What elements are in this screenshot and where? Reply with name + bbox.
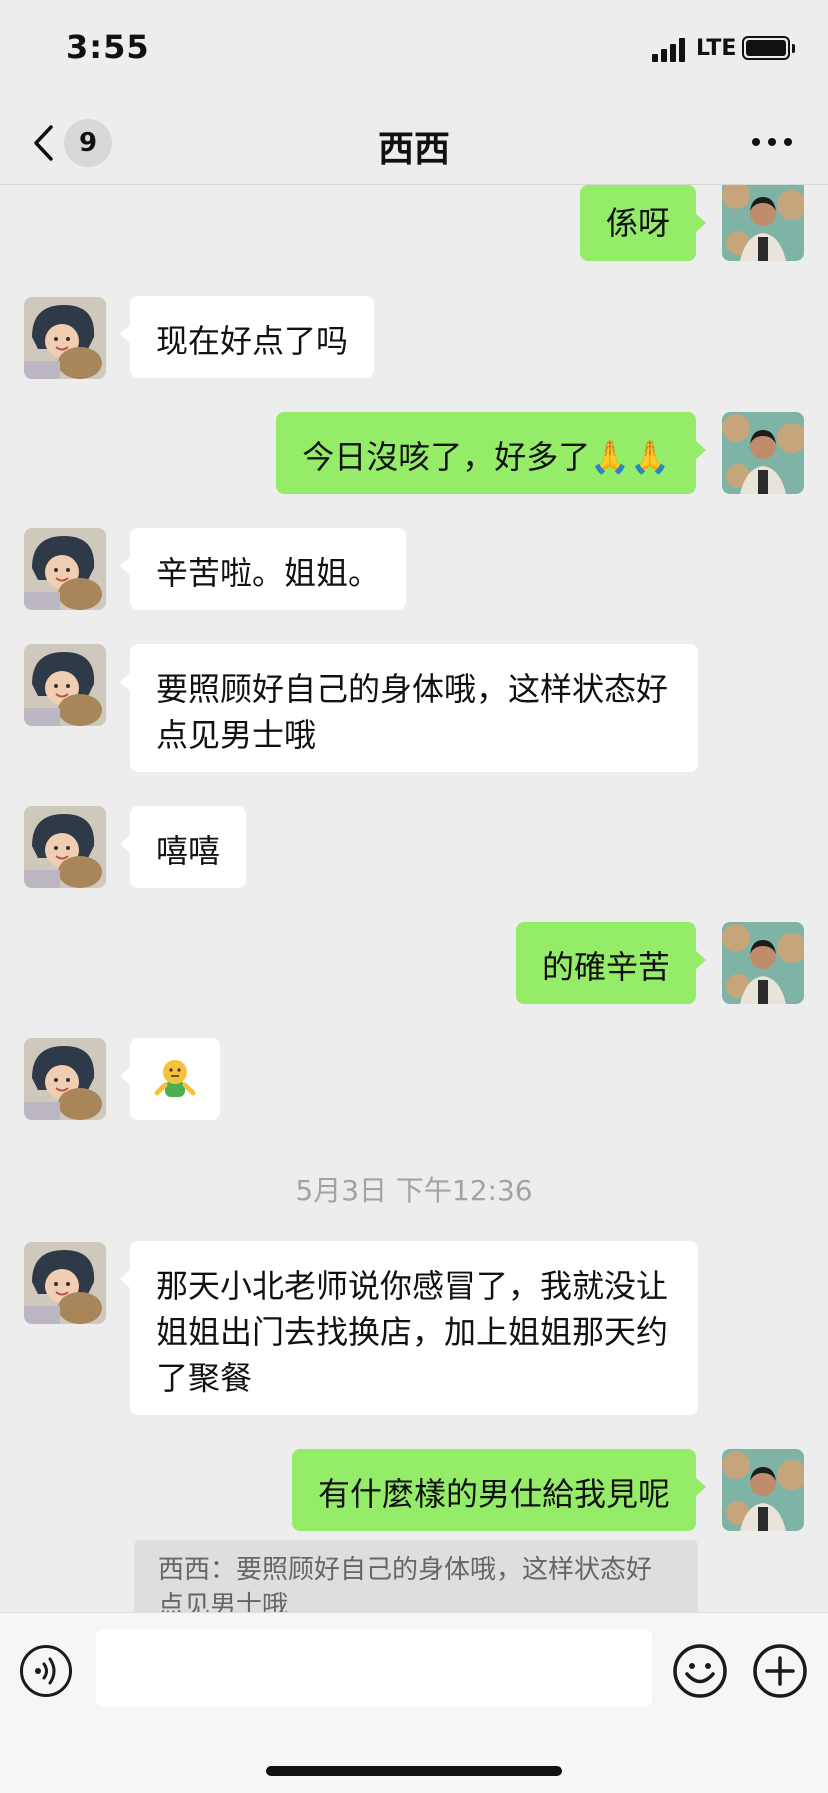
- plus-icon: [753, 1644, 807, 1698]
- battery-icon: [742, 36, 790, 60]
- smiley-sticker-icon: [154, 1060, 196, 1097]
- message-bubble-incoming[interactable]: 嘻嘻: [119, 806, 247, 888]
- message-bubble-incoming[interactable]: 辛苦啦。姐姐。: [119, 528, 407, 610]
- voice-icon: [35, 1657, 56, 1685]
- my-avatar[interactable]: [722, 1449, 804, 1531]
- add-attachment-button[interactable]: [752, 1643, 808, 1699]
- battery-tip: [792, 44, 795, 53]
- my-avatar[interactable]: [722, 185, 804, 261]
- contact-avatar[interactable]: [24, 1038, 106, 1120]
- network-label: LTE: [696, 36, 737, 61]
- quoted-message[interactable]: 西西：要照顾好自己的身体哦，这样状态好点见男士哦: [134, 1540, 698, 1612]
- status-bar: 3:55 LTE: [0, 0, 828, 100]
- message-timestamp: 5月3日 下午12:36: [295, 1174, 533, 1207]
- signal-icon: [652, 38, 688, 62]
- emoji-icon: [673, 1644, 727, 1698]
- message-bubble-outgoing[interactable]: 係呀: [579, 185, 707, 261]
- chat-title: 西西: [377, 129, 450, 170]
- message-bubble-incoming[interactable]: 现在好点了吗: [119, 296, 375, 378]
- contact-avatar[interactable]: [24, 1242, 106, 1324]
- chat-header: 9 西西: [0, 100, 828, 185]
- emoji-button[interactable]: [672, 1643, 728, 1699]
- message-bubble-outgoing[interactable]: 今日沒咳了，好多了🙏🙏: [276, 412, 706, 494]
- message-bubble-incoming[interactable]: [120, 1038, 220, 1120]
- message-bubble-outgoing[interactable]: 有什麼樣的男仕給我見呢: [291, 1449, 707, 1531]
- my-avatar[interactable]: [722, 922, 804, 1004]
- message-input[interactable]: [96, 1629, 652, 1707]
- voice-input-button[interactable]: [20, 1645, 72, 1697]
- contact-avatar[interactable]: [24, 644, 106, 726]
- message-bubble-outgoing[interactable]: 的確辛苦: [515, 922, 707, 1004]
- contact-avatar[interactable]: [24, 806, 106, 888]
- contact-avatar[interactable]: [24, 528, 106, 610]
- message-bubble-incoming[interactable]: 要照顾好自己的身体哦，这样状态好点见男士哦: [120, 644, 698, 772]
- my-avatar[interactable]: [722, 412, 804, 494]
- quoted-message-text: 西西：要照顾好自己的身体哦，这样状态好点见男士哦: [158, 1555, 653, 1612]
- message-bubble-incoming[interactable]: 那天小北老师说你感冒了，我就没让姐姐出门去找换店，加上姐姐那天约了聚餐: [120, 1241, 698, 1415]
- status-time: 3:55: [66, 28, 150, 66]
- message-list[interactable]: 係呀 现在好点了吗 今日沒咳了，好多了🙏🙏 辛苦啦。姐姐。 要照顾好自己的身体哦…: [0, 185, 828, 1612]
- contact-avatar[interactable]: [24, 297, 106, 379]
- more-options-button[interactable]: [748, 122, 796, 162]
- home-indicator[interactable]: [266, 1766, 562, 1776]
